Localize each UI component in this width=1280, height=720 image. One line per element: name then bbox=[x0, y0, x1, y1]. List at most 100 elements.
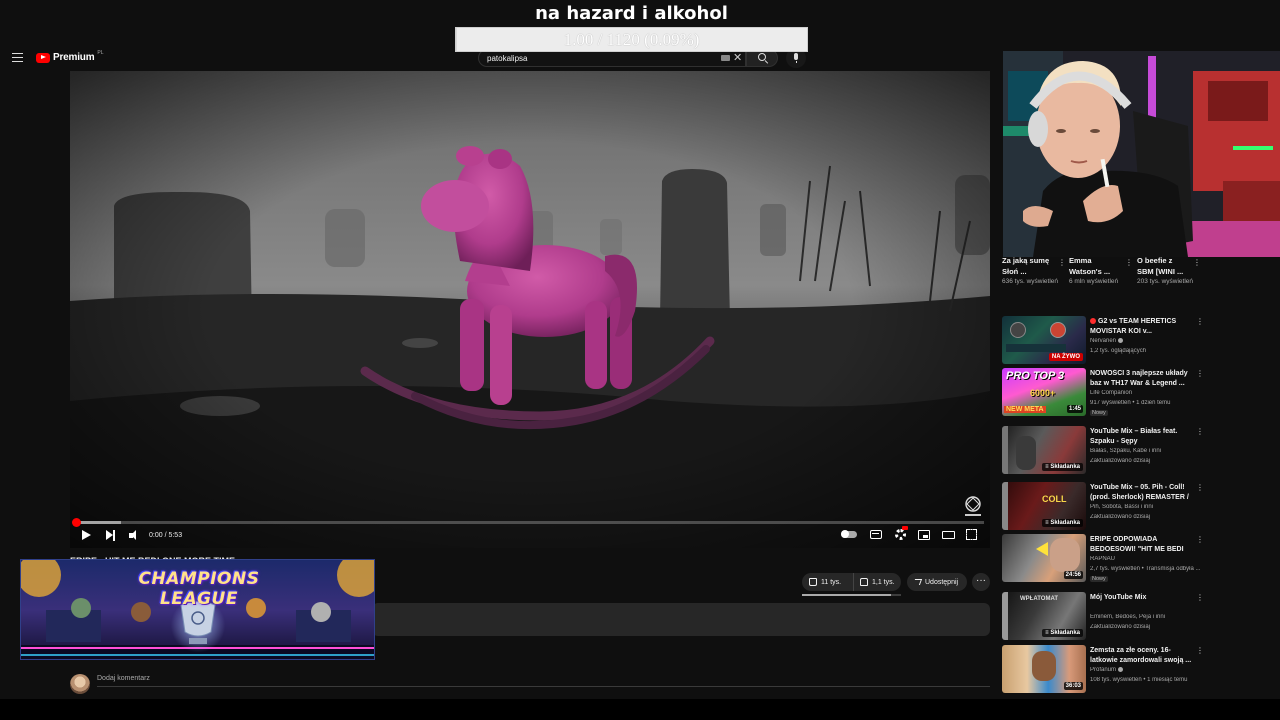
list-item[interactable]: WPŁATOMAT ≡ Składanka Mój YouTube Mix Em… bbox=[1002, 592, 1207, 642]
keyboard-icon[interactable] bbox=[721, 55, 730, 61]
rec-channel[interactable]: Białas, Szpaku, Kabe i inni bbox=[1090, 448, 1200, 454]
rec-more-icon[interactable]: ⋮ bbox=[1196, 427, 1204, 436]
youtube-premium-logo[interactable]: Premium PL bbox=[36, 50, 104, 63]
rec-title: NOWOŚCI 3 najlepsze układy baz w TH17 Wa… bbox=[1090, 370, 1188, 387]
rec-more-icon[interactable]: ⋮ bbox=[1196, 535, 1204, 544]
stream-overlay-progress-text: 1.00 / 1120 (0.09%) bbox=[563, 29, 700, 49]
subtitles-icon[interactable] bbox=[870, 530, 882, 539]
channel-watermark-icon bbox=[965, 496, 981, 516]
rec-channel[interactable]: Nervarien bbox=[1090, 338, 1200, 344]
short-views: 203 tys. wyświetleń bbox=[1137, 278, 1193, 285]
list-item[interactable]: ≡ Składanka YouTube Mix – Białas feat. S… bbox=[1002, 426, 1207, 476]
video-thumbnail[interactable]: WPŁATOMAT ≡ Składanka bbox=[1002, 592, 1086, 640]
rec-channel[interactable]: Pih, Sobota, Bassi i inni bbox=[1090, 504, 1200, 510]
rec-channel[interactable]: Profanum bbox=[1090, 667, 1200, 673]
short-more-icon[interactable]: ⋮ bbox=[1193, 258, 1201, 267]
stream-overlay-title: na hazard i alkohol bbox=[535, 3, 728, 24]
youtube-play-icon bbox=[36, 52, 50, 63]
list-item[interactable]: 36:03 Zemsta za złe oceny. 16-latkowie z… bbox=[1002, 645, 1207, 695]
rec-title: Mój YouTube Mix bbox=[1090, 594, 1147, 601]
rec-meta: Zaktualizowano dzisiaj bbox=[1090, 514, 1151, 520]
mix-badge: ≡ Składanka bbox=[1042, 463, 1083, 471]
rec-title: ERIPE ODPOWIADA BEDOESOWI! "HIT ME BEDI … bbox=[1090, 536, 1184, 553]
rec-meta: 2,7 tys. wyświetleń • Transmisja odbyła … bbox=[1090, 566, 1201, 572]
live-dot-icon bbox=[1090, 318, 1096, 324]
rec-channel[interactable]: Life Companion bbox=[1090, 390, 1200, 396]
like-ratio-fill bbox=[802, 594, 892, 596]
short-title: Za jaką sumę Słoń ... bbox=[1002, 256, 1050, 276]
more-actions-button[interactable]: ··· bbox=[972, 573, 990, 591]
seek-bar[interactable] bbox=[72, 518, 984, 527]
rec-meta: 108 tys. wyświetleń • 1 miesiąc temu bbox=[1090, 677, 1188, 683]
next-video-icon[interactable] bbox=[106, 530, 116, 541]
list-item[interactable]: COLL ≡ Składanka YouTube Mix – 05. Pih -… bbox=[1002, 482, 1207, 532]
rec-title: Zemsta za złe oceny. 16-latkowie zamordo… bbox=[1090, 647, 1192, 664]
fullscreen-icon[interactable] bbox=[966, 529, 977, 540]
clear-search-icon[interactable]: ✕ bbox=[733, 52, 742, 64]
share-icon bbox=[912, 579, 923, 585]
theater-mode-icon[interactable] bbox=[942, 531, 955, 539]
live-badge: NA ŻYWO bbox=[1048, 353, 1083, 361]
menu-icon[interactable] bbox=[12, 53, 23, 62]
rec-more-icon[interactable]: ⋮ bbox=[1196, 317, 1204, 326]
duration-badge: 24:56 bbox=[1063, 571, 1083, 579]
rec-more-icon[interactable]: ⋮ bbox=[1196, 646, 1204, 655]
short-item[interactable]: Emma Watson's ... 6 mln wyświetleń ⋮ bbox=[1069, 255, 1135, 303]
logo-text: Premium bbox=[53, 52, 95, 63]
dislike-button[interactable]: 1,1 tys. bbox=[854, 573, 895, 591]
rec-channel[interactable]: Eminem, Bedoes, Peja i inni bbox=[1090, 614, 1200, 620]
add-comment-input[interactable]: Dodaj komentarz bbox=[97, 675, 990, 687]
list-item[interactable]: PRO TOP 3 6000+ NEW META 1:45 NOWOŚCI 3 … bbox=[1002, 368, 1207, 418]
short-item[interactable]: Za jaką sumę Słoń ... 636 tys. wyświetle… bbox=[1002, 255, 1068, 303]
new-badge: Nowy bbox=[1090, 410, 1108, 416]
play-icon[interactable] bbox=[82, 530, 91, 540]
miniplayer-icon[interactable] bbox=[918, 530, 930, 540]
video-thumbnail[interactable]: ≡ Składanka bbox=[1002, 426, 1086, 474]
rec-meta: Zaktualizowano dzisiaj bbox=[1090, 624, 1151, 630]
video-thumbnail[interactable]: COLL ≡ Składanka bbox=[1002, 482, 1086, 530]
duration-badge: 1:45 bbox=[1066, 405, 1083, 413]
rec-more-icon[interactable]: ⋮ bbox=[1196, 369, 1204, 378]
video-thumbnail[interactable]: 36:03 bbox=[1002, 645, 1086, 693]
search-input[interactable] bbox=[487, 52, 707, 65]
video-thumbnail[interactable]: 24:56 bbox=[1002, 534, 1086, 582]
webcam-feed bbox=[1003, 51, 1280, 257]
avatar bbox=[70, 674, 90, 694]
rec-meta: Zaktualizowano dzisiaj bbox=[1090, 458, 1151, 464]
volume-icon[interactable] bbox=[129, 530, 141, 541]
rec-more-icon[interactable]: ⋮ bbox=[1196, 593, 1204, 602]
microphone-icon bbox=[794, 53, 798, 63]
share-label: Udostępnij bbox=[925, 578, 959, 586]
recommendations-list: NA ŻYWO G2 vs TEAM HERETICS MOVISTAR KOI… bbox=[1002, 316, 1207, 720]
list-item[interactable]: 24:56 ERIPE ODPOWIADA BEDOESOWI! "HIT ME… bbox=[1002, 534, 1207, 584]
video-thumbnail[interactable]: PRO TOP 3 6000+ NEW META 1:45 bbox=[1002, 368, 1086, 416]
list-item[interactable]: NA ŻYWO G2 vs TEAM HERETICS MOVISTAR KOI… bbox=[1002, 316, 1207, 366]
short-more-icon[interactable]: ⋮ bbox=[1058, 258, 1066, 267]
thumbs-up-icon bbox=[809, 578, 817, 586]
short-item[interactable]: O beefie z SBM [WINI ... 203 tys. wyświe… bbox=[1137, 255, 1203, 303]
video-player[interactable]: 0:00 / 5:53 bbox=[70, 71, 990, 548]
like-ratio-bar bbox=[802, 594, 901, 596]
dislike-count: 1,1 tys. bbox=[872, 578, 895, 586]
shorts-row: Za jaką sumę Słoń ... 636 tys. wyświetle… bbox=[1002, 255, 1202, 305]
autoplay-toggle[interactable] bbox=[841, 530, 857, 538]
like-count: 11 tys. bbox=[821, 578, 842, 586]
settings-gear-icon[interactable] bbox=[895, 529, 906, 540]
thumbs-down-icon bbox=[860, 578, 868, 586]
streamer-webcam bbox=[1003, 51, 1280, 257]
like-dislike-group: 11 tys. 1,1 tys. bbox=[802, 573, 901, 591]
like-button[interactable]: 11 tys. bbox=[802, 573, 854, 591]
rec-channel[interactable]: RAPNAU bbox=[1090, 556, 1200, 562]
verified-icon bbox=[1118, 667, 1124, 672]
short-more-icon[interactable]: ⋮ bbox=[1125, 258, 1133, 267]
video-thumbnail[interactable]: NA ŻYWO bbox=[1002, 316, 1086, 364]
rec-meta: 917 wyświetleń • 1 dzień temu bbox=[1090, 400, 1171, 406]
seek-bar-scrubber[interactable] bbox=[72, 518, 81, 527]
channel-watermark[interactable] bbox=[962, 495, 984, 519]
rec-title: YouTube Mix – Białas feat. Szpaku - Sępy bbox=[1090, 428, 1178, 445]
new-badge: Nowy bbox=[1090, 576, 1108, 582]
bottom-bar bbox=[0, 699, 1280, 720]
description-box[interactable] bbox=[372, 603, 990, 636]
rec-more-icon[interactable]: ⋮ bbox=[1196, 483, 1204, 492]
share-button[interactable]: Udostępnij bbox=[907, 573, 967, 591]
